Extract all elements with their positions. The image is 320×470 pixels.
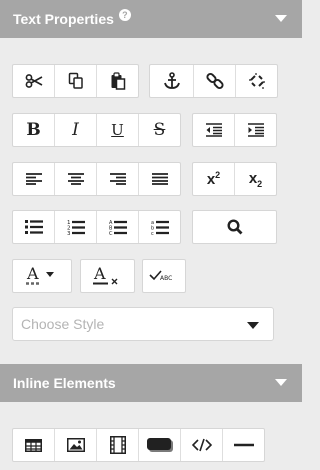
strikethrough-button[interactable]: S [138,114,180,146]
underline-button[interactable]: U [96,114,138,146]
scissors-icon [25,74,42,88]
spellcheck-button[interactable]: ABC [143,260,185,292]
link-group [149,64,278,98]
font-color-button[interactable]: A [13,260,71,292]
text-properties-header[interactable]: Text Properties ? [0,0,302,38]
script-group: x2 x2 [192,162,277,196]
search-group [192,210,277,244]
cut-button[interactable] [13,65,54,97]
align-right-icon [109,173,126,185]
insert-horizontal-rule-button[interactable] [222,429,264,461]
svg-text:c: c [151,231,154,235]
horizontal-rule-icon [233,443,254,447]
indent-icon [247,123,264,137]
link-button[interactable] [193,65,235,97]
align-left-button[interactable] [13,163,54,195]
choose-style-dropdown[interactable]: Choose Style [12,307,274,341]
alignment-group [12,162,181,196]
clear-format-group: A [80,259,135,293]
indent-group [192,113,277,147]
video-icon [109,436,126,454]
collapse-icon[interactable] [275,15,287,22]
inline-elements-title: Inline Elements [13,375,116,391]
unlink-icon [248,73,265,89]
bulleted-list-button[interactable] [13,211,54,243]
roman-list-icon: abc [151,220,169,235]
spellcheck-group: ABC [142,259,186,293]
clear-formatting-button[interactable]: A [81,260,134,292]
code-icon [191,438,212,452]
align-center-button[interactable] [54,163,96,195]
superscript-button[interactable]: x2 [193,163,234,195]
svg-text:A: A [26,266,39,283]
insert-table-button[interactable] [13,429,54,461]
unlink-button[interactable] [235,65,277,97]
paste-button[interactable] [96,65,138,97]
bulleted-list-icon [24,220,43,234]
image-icon [66,438,85,452]
text-format-group: B I U S [12,113,181,147]
svg-text:A: A [93,266,106,283]
button-icon [146,438,173,452]
collapse-icon[interactable] [275,379,287,386]
anchor-icon [163,72,180,89]
clear-formatting-icon: A [92,266,117,285]
inline-elements-group [12,428,265,462]
copy-button[interactable] [54,65,96,97]
numbered-list-icon: 123 [67,220,85,235]
search-icon [226,219,242,235]
help-icon[interactable]: ? [118,9,131,21]
subscript-icon: x2 [248,169,263,189]
bold-button[interactable]: B [13,114,54,146]
find-button[interactable] [193,211,276,243]
align-left-icon [25,173,42,185]
italic-icon: I [72,120,79,140]
lettered-list-icon: ABC [109,220,127,235]
numbered-list-button[interactable]: 123 [54,211,96,243]
svg-text:ABC: ABC [160,275,172,282]
svg-text:3: 3 [67,231,71,235]
spellcheck-icon: ABC [149,270,172,282]
text-properties-title: Text Properties [13,11,114,27]
paste-icon [111,72,125,90]
list-group: 123 ABC abc [12,210,181,244]
insert-image-button[interactable] [54,429,96,461]
strikethrough-icon: S [153,120,166,140]
outdent-icon [205,123,222,137]
clipboard-group [12,64,139,98]
inline-elements-header[interactable]: Inline Elements [0,364,302,402]
insert-code-button[interactable] [180,429,222,461]
indent-button[interactable] [234,114,276,146]
subscript-button[interactable]: x2 [234,163,276,195]
link-icon [205,72,224,90]
chevron-down-icon[interactable] [247,322,259,329]
roman-list-button[interactable]: abc [138,211,180,243]
superscript-icon: x2 [206,170,221,188]
outdent-button[interactable] [193,114,234,146]
insert-video-button[interactable] [96,429,138,461]
align-right-button[interactable] [96,163,138,195]
align-center-icon [67,173,84,185]
svg-text:C: C [109,231,113,235]
anchor-button[interactable] [150,65,193,97]
lettered-list-button[interactable]: ABC [96,211,138,243]
italic-button[interactable]: I [54,114,96,146]
underline-icon: U [111,121,124,139]
insert-button-button[interactable] [138,429,180,461]
bold-icon: B [26,120,41,140]
font-color-group: A [12,259,72,293]
copy-icon [68,72,83,89]
justify-icon [151,173,168,185]
table-icon [25,438,42,452]
justify-button[interactable] [138,163,180,195]
choose-style-placeholder: Choose Style [21,316,105,332]
font-color-icon: A [26,266,54,285]
